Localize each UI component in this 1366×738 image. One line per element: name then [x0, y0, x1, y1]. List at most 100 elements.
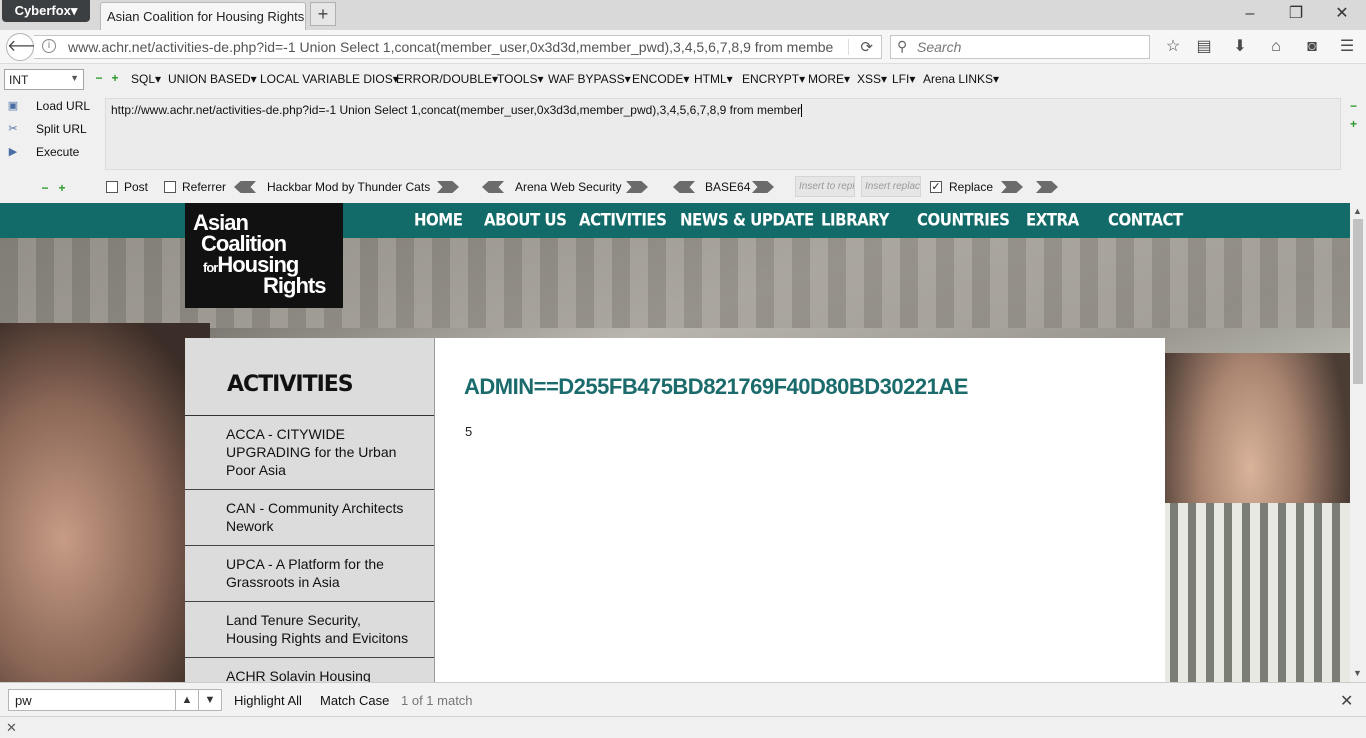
scrollbar-thumb[interactable] [1353, 219, 1363, 384]
load-url-label: Load URL [36, 99, 91, 113]
sidebar-item-solavin[interactable]: ACHR Solavin Housing [185, 658, 434, 682]
logo-line-3-small: for [203, 259, 218, 275]
nav-home[interactable]: HOME [414, 210, 463, 231]
find-previous-icon[interactable]: ▲ [175, 689, 199, 711]
app-menu-button[interactable]: Cyberfox▾ [2, 0, 90, 22]
content-value: 5 [465, 424, 473, 439]
find-next-icon[interactable]: ▼ [198, 689, 222, 711]
split-url-button[interactable]: ✂ Split URL [4, 119, 87, 139]
menu-more[interactable]: MORE▾ [808, 72, 850, 86]
site-logo[interactable]: Asian Coalition forHousing Rights [185, 203, 343, 308]
match-case-button[interactable]: Match Case [320, 693, 389, 708]
post-checkbox[interactable] [106, 181, 118, 193]
arrow-left-icon[interactable] [234, 181, 256, 193]
sidebar-item-can[interactable]: CAN - Community Architects Nework [185, 490, 434, 546]
arrow-right-icon[interactable] [752, 181, 774, 193]
find-bar: pw ▲ ▼ Highlight All Match Case 1 of 1 m… [0, 682, 1366, 716]
menu-arena-links[interactable]: Arena LINKS▾ [923, 72, 999, 86]
hackbar-url-textarea[interactable]: http://www.achr.net/activities-de.php?id… [105, 98, 1341, 170]
new-tab-button[interactable]: + [310, 2, 336, 26]
find-input[interactable]: pw [8, 689, 176, 711]
reading-list-icon[interactable]: ▤ [1193, 36, 1215, 58]
referrer-label: Referrer [182, 180, 227, 194]
bookmark-star-icon[interactable]: ☆ [1162, 36, 1184, 58]
search-placeholder: Search [917, 39, 962, 55]
back-icon[interactable]: 🡐 [6, 33, 50, 61]
close-icon[interactable]: ✕ [1340, 691, 1353, 711]
plus-icon[interactable]: + [110, 72, 120, 84]
split-url-label: Split URL [36, 122, 87, 136]
sidebar-item-land-tenure[interactable]: Land Tenure Security, Housing Rights and… [185, 602, 434, 658]
minimize-button[interactable]: – [1240, 4, 1260, 24]
base64-label: BASE64 [705, 180, 751, 194]
nav-news-update[interactable]: NEWS & UPDATE [680, 210, 814, 231]
close-icon[interactable]: ✕ [6, 720, 17, 736]
menu-encode[interactable]: ENCODE▾ [632, 72, 689, 86]
arrow-right-icon[interactable] [626, 181, 648, 193]
background-photo-shirt [1160, 503, 1350, 682]
nav-about-us[interactable]: ABOUT US [484, 210, 567, 231]
minus-icon[interactable]: − [1350, 99, 1357, 113]
background-photo-person-left [0, 323, 210, 682]
arena-label: Arena Web Security [515, 180, 622, 194]
sidebar-item-upca[interactable]: UPCA - A Platform for the Grassroots in … [185, 546, 434, 602]
execute-button[interactable]: ▶ Execute [4, 142, 80, 162]
menu-lfi[interactable]: LFI▾ [892, 72, 915, 86]
menu-tools[interactable]: TOOLS▾ [497, 72, 543, 86]
url-bar[interactable]: i www.achr.net/activities-de.php?id=-1 U… [34, 35, 882, 59]
replace-checkbox[interactable]: ✓ [930, 181, 942, 193]
menu-xss[interactable]: XSS▾ [857, 72, 887, 86]
title-bar: Cyberfox▾ Asian Coalition for Housing Ri… [0, 0, 1366, 30]
search-input[interactable]: ⚲ Search [890, 35, 1150, 59]
load-url-button[interactable]: ▣ Load URL [4, 96, 90, 116]
insert-to-replace-input[interactable]: Insert to repl [795, 176, 855, 197]
nav-library[interactable]: LIBRARY [821, 210, 889, 231]
menu-union-based[interactable]: UNION BASED▾ [168, 72, 257, 86]
hamburger-menu-icon[interactable]: ☰ [1336, 36, 1358, 58]
type-select[interactable]: INT ▼ [4, 69, 84, 90]
page-scrollbar[interactable]: ▲ ▼ [1350, 203, 1366, 682]
nav-extra[interactable]: EXTRA [1026, 210, 1079, 231]
reload-icon[interactable]: ⟳ [860, 38, 873, 56]
menu-sql[interactable]: SQL▾ [131, 72, 161, 86]
post-label: Post [124, 180, 149, 194]
load-url-icon: ▣ [7, 100, 19, 112]
hackbar-menu-row: INT ▼ − + SQL▾ UNION BASED▾ LOCAL VARIAB… [0, 65, 1366, 95]
play-icon: ▶ [8, 146, 18, 158]
hackbar-url-text: http://www.achr.net/activities-de.php?id… [111, 103, 802, 117]
arrow-right-icon[interactable] [437, 181, 459, 193]
referrer-checkbox[interactable] [164, 181, 176, 193]
home-icon[interactable]: ⌂ [1265, 36, 1287, 58]
nav-contact[interactable]: CONTACT [1108, 210, 1183, 231]
restore-button[interactable]: ❐ [1286, 4, 1306, 24]
downloads-icon[interactable]: ⬇ [1229, 36, 1251, 58]
minus-icon[interactable]: − [94, 72, 104, 84]
minus-icon[interactable]: − [40, 182, 50, 194]
nav-countries[interactable]: COUNTRIES [917, 210, 1010, 231]
plus-icon[interactable]: + [57, 182, 67, 194]
scroll-down-icon[interactable]: ▼ [1353, 668, 1362, 678]
search-icon: ⚲ [897, 38, 908, 54]
arrow-left-icon[interactable] [482, 181, 504, 193]
arrow-right-icon[interactable] [1036, 181, 1058, 193]
tab-active[interactable]: Asian Coalition for Housing Rights [100, 2, 306, 30]
arrow-right-icon[interactable] [1001, 181, 1023, 193]
sidebar-item-acca[interactable]: ACCA - CITYWIDE UPGRADING for the Urban … [185, 416, 434, 490]
scroll-up-icon[interactable]: ▲ [1353, 206, 1362, 216]
nav-activities[interactable]: ACTIVITIES [579, 210, 667, 231]
menu-local-variable-dios[interactable]: LOCAL VARIABLE DIOS▾ [260, 72, 399, 86]
menu-waf-bypass[interactable]: WAF BYPASS▾ [548, 72, 631, 86]
menu-error-double[interactable]: ERROR/DOUBLE▾ [396, 72, 498, 86]
insert-replacement-input[interactable]: Insert replace [861, 176, 921, 197]
pocket-icon[interactable]: ◙ [1301, 36, 1323, 58]
replace-label: Replace [949, 180, 994, 194]
highlight-all-button[interactable]: Highlight All [234, 693, 302, 708]
close-window-button[interactable]: ✕ [1332, 4, 1352, 24]
menu-encrypt[interactable]: ENCRYPT▾ [742, 72, 805, 86]
arrow-left-icon[interactable] [673, 181, 695, 193]
info-icon[interactable]: i [42, 39, 56, 53]
type-select-value: INT [9, 73, 29, 87]
page-viewport: HOME ABOUT US ACTIVITIES NEWS & UPDATE L… [0, 203, 1350, 682]
menu-html[interactable]: HTML▾ [694, 72, 733, 86]
plus-icon[interactable]: + [1350, 117, 1357, 131]
